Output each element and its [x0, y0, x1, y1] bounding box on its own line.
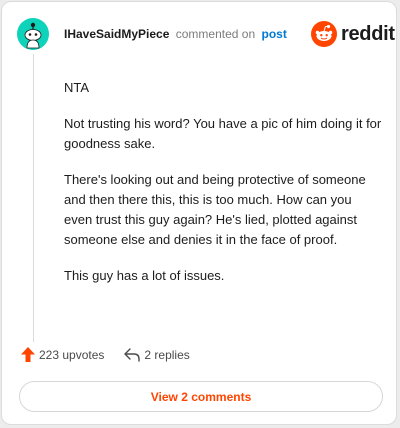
reddit-alien-icon [311, 21, 337, 47]
replies-count: 2 replies [144, 347, 190, 362]
comment-footer: 223 upvotes 2 replies [21, 347, 190, 362]
view-comments-button[interactable]: View 2 comments [19, 381, 383, 412]
comment-card: IHaveSaidMyPiece commented on post reddi… [1, 1, 397, 425]
comment-paragraph: This guy has a lot of issues. [64, 268, 225, 283]
upvote-arrow-icon [21, 347, 35, 362]
upvote-count: 223 upvotes [39, 347, 105, 362]
comment-body: NTA Not trusting his word? You have a pi… [64, 78, 382, 302]
username-link[interactable]: IHaveSaidMyPiece [64, 27, 169, 41]
comment-header: IHaveSaidMyPiece commented on post [64, 27, 287, 41]
action-text: commented on [175, 27, 256, 41]
reply-arrow-icon [124, 347, 141, 362]
comment-paragraph: NTA [64, 80, 90, 95]
comment-paragraph: There's looking out and being protective… [64, 172, 366, 247]
upvote-button[interactable]: 223 upvotes [21, 347, 104, 362]
replies-button[interactable]: 2 replies [124, 347, 190, 362]
reddit-logo[interactable]: reddit [311, 21, 395, 47]
post-link[interactable]: post [261, 27, 286, 41]
comment-paragraph: Not trusting his word? You have a pic of… [64, 116, 382, 151]
reddit-wordmark: reddit [341, 22, 395, 45]
thread-line[interactable] [33, 54, 34, 342]
user-avatar-icon[interactable] [17, 18, 49, 50]
